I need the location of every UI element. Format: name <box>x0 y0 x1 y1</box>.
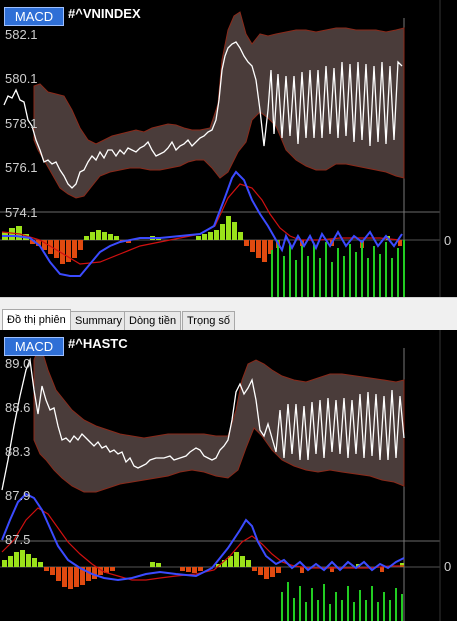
hist-bar <box>202 234 207 240</box>
macd-histogram <box>2 550 404 589</box>
hist-bar <box>198 567 203 571</box>
hist-bar <box>300 567 304 573</box>
hist-bar <box>220 224 225 240</box>
hist-bar <box>240 556 245 567</box>
symbol-label: #^HASTC <box>68 336 128 351</box>
hist-bar <box>74 567 79 587</box>
hist-bar <box>264 567 269 579</box>
hist-bar <box>14 552 19 567</box>
y-axis-label: 578.1 <box>5 116 38 131</box>
hist-bar <box>114 236 119 240</box>
hist-bar <box>38 562 43 567</box>
tab-do-thi-phien[interactable]: Đồ thị phiên <box>2 309 71 330</box>
price-band <box>33 11 405 199</box>
hist-bar <box>84 236 89 240</box>
hist-bar <box>92 567 97 579</box>
y-axis-label: 88.6 <box>5 400 31 415</box>
hist-bar <box>78 240 83 250</box>
hist-bar <box>16 226 22 240</box>
hist-bar <box>9 228 15 240</box>
hist-bar <box>8 556 13 567</box>
hastc-chart <box>0 330 441 621</box>
hist-bar <box>68 567 73 589</box>
hist-bar <box>150 562 155 567</box>
tab-summary[interactable]: Summary <box>70 311 128 330</box>
hastc-chart-panel[interactable]: MACD #^HASTC 89.0 88.6 88.3 87.9 87.5 0 <box>0 330 457 621</box>
hist-bar <box>380 567 384 572</box>
indicator-badge[interactable]: MACD <box>4 7 64 26</box>
volume-bars <box>281 582 403 621</box>
hist-bar <box>108 234 113 240</box>
vnindex-chart <box>0 0 441 297</box>
symbol-label: #^VNINDEX <box>68 6 141 21</box>
hist-bar <box>270 567 275 577</box>
hist-bar <box>62 567 67 587</box>
hist-bar <box>26 554 31 567</box>
hist-bar <box>186 567 191 572</box>
hist-bar <box>232 222 237 240</box>
hist-bar <box>156 563 161 567</box>
hist-bar <box>192 567 197 573</box>
tab-trong-so[interactable]: Trọng số <box>182 311 236 330</box>
hist-bar <box>276 567 281 573</box>
hist-bar <box>32 558 37 567</box>
y-axis-label: 574.1 <box>5 205 38 220</box>
hist-bar <box>72 240 77 258</box>
hist-bar <box>226 216 231 240</box>
vnindex-chart-panel[interactable]: MACD #^VNINDEX 582.1 580.1 578.1 576.1 5… <box>0 0 457 297</box>
y-axis-label: 87.5 <box>5 532 31 547</box>
indicator-badge[interactable]: MACD <box>4 337 64 356</box>
hist-bar <box>250 240 255 252</box>
hist-bar <box>244 240 249 246</box>
hist-bar <box>256 240 261 258</box>
hist-bar <box>262 240 267 262</box>
y-axis-label: 88.3 <box>5 444 31 459</box>
hist-bar <box>110 567 115 571</box>
hist-bar <box>56 567 61 581</box>
zero-label: 0 <box>444 233 452 248</box>
hist-bar <box>96 230 101 240</box>
y-axis-label: 89.0 <box>5 356 31 371</box>
y-axis-label: 582.1 <box>5 27 38 42</box>
tab-bar: Đồ thị phiên Summary Dòng tiền Trọng số <box>0 297 457 331</box>
tab-dong-tien[interactable]: Dòng tiền <box>124 311 182 330</box>
hist-bar <box>102 232 107 240</box>
hist-bar <box>44 567 49 571</box>
y-axis-label: 87.9 <box>5 488 31 503</box>
hist-bar <box>208 232 213 240</box>
hist-bar <box>238 232 243 240</box>
hist-bar <box>196 236 201 240</box>
hist-bar <box>20 550 25 567</box>
hist-bar <box>50 567 55 575</box>
hist-bar <box>252 567 257 571</box>
hist-bar <box>246 560 251 567</box>
hist-bar <box>234 552 239 567</box>
hist-bar <box>258 567 263 575</box>
y-axis-label: 580.1 <box>5 71 38 86</box>
hist-bar <box>214 230 219 240</box>
zero-label: 0 <box>444 559 452 574</box>
hist-bar <box>2 560 7 567</box>
price-band <box>33 342 405 493</box>
hist-bar <box>180 567 185 571</box>
y-axis-label: 576.1 <box>5 160 38 175</box>
hist-bar <box>90 232 95 240</box>
